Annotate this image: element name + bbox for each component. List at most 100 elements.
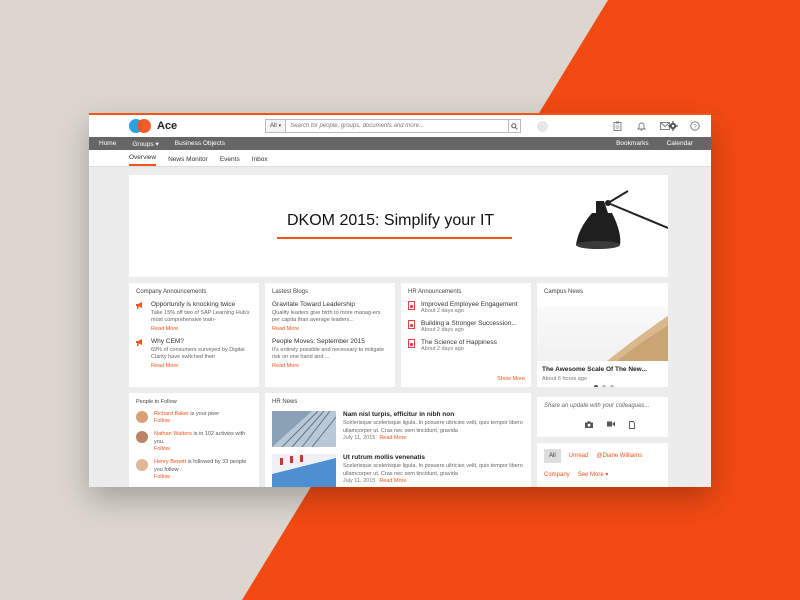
read-more-link[interactable]: Read More xyxy=(379,435,406,441)
filter-unread[interactable]: Unread xyxy=(569,453,589,459)
person-name[interactable]: Richard Baker xyxy=(154,411,189,417)
news-title: Ut rutrum mollis venenatis xyxy=(343,454,425,461)
nav-calendar[interactable]: Calendar xyxy=(667,140,693,147)
read-more-link[interactable]: Read More xyxy=(151,363,252,369)
avatar[interactable] xyxy=(136,459,148,472)
search-scope-select[interactable]: All ▾ xyxy=(266,120,287,132)
person-name[interactable]: Nathan Watters xyxy=(154,431,192,437)
read-more-link[interactable]: Read More xyxy=(151,326,252,332)
card-title: Company Announcements xyxy=(136,289,207,295)
hr-item-date: About 2 days ago xyxy=(421,327,464,333)
campus-news-caption[interactable]: The Awesome Scale Of The New... xyxy=(542,366,647,373)
announcement-item[interactable]: Why CEM? 69% of consumers surveyed by Di… xyxy=(136,338,252,369)
campus-news-image[interactable] xyxy=(537,307,668,361)
tab-overview[interactable]: Overview xyxy=(129,154,157,166)
gear-icon[interactable] xyxy=(667,120,679,132)
avatar[interactable] xyxy=(136,411,148,423)
lamp-illustration xyxy=(576,190,668,249)
megaphone-icon xyxy=(136,338,145,369)
carousel-dot[interactable] xyxy=(602,385,606,387)
search-button[interactable] xyxy=(508,120,520,132)
tab-news-monitor[interactable]: News Monitor xyxy=(168,156,208,166)
read-more-link[interactable]: Read More xyxy=(272,326,388,332)
megaphone-icon xyxy=(136,301,145,332)
hr-item-date: About 2 days ago xyxy=(421,308,464,314)
news-thumbnail[interactable] xyxy=(272,411,336,447)
chevron-down-icon: ▾ xyxy=(155,140,159,148)
search-scope-label: All xyxy=(270,123,277,129)
search-icon xyxy=(511,122,518,130)
filter-see-more[interactable]: See More ▾ xyxy=(578,471,609,478)
filter-all[interactable]: All xyxy=(544,449,561,463)
follow-button[interactable]: Follow xyxy=(154,446,252,452)
card-title: HR News xyxy=(272,399,298,405)
nav-groups[interactable]: Groups ▾ xyxy=(132,140,158,148)
nav-bookmarks[interactable]: Bookmarks xyxy=(616,140,649,147)
read-more-link[interactable]: Read More xyxy=(272,363,388,369)
avatar[interactable] xyxy=(136,431,148,444)
carousel-dot[interactable] xyxy=(594,385,598,387)
follow-button[interactable]: Follow xyxy=(154,474,252,480)
blog-title: People Moves: September 2015 xyxy=(272,337,365,345)
banner-title: DKOM 2015: Simplify your IT xyxy=(287,212,495,229)
announcement-item[interactable]: Opportunity is knocking twice Take 15% o… xyxy=(136,301,252,332)
blog-item[interactable]: Gravitate Toward Leadership Quality lead… xyxy=(272,301,388,332)
nav-business-objects[interactable]: Business Objects xyxy=(175,140,225,147)
app-window: Ace All ▾ Search for people, groups, doc… xyxy=(89,113,711,487)
blog-item[interactable]: People Moves: September 2015 It's entire… xyxy=(272,338,388,369)
latest-blogs-card: Lastest Blogs Gravitate Toward Leadershi… xyxy=(265,283,395,387)
clipboard-icon[interactable] xyxy=(611,120,623,132)
search-bar: All ▾ xyxy=(265,119,521,133)
blog-body: It's entirely possible and necessary to … xyxy=(272,346,385,361)
announcement-title: Opportunity is knocking twice xyxy=(151,301,236,308)
bell-icon[interactable] xyxy=(635,120,647,132)
main-nav: Home Groups ▾ Business Objects Bookmarks… xyxy=(89,137,711,150)
camera-icon[interactable] xyxy=(585,421,593,428)
person-name[interactable]: Henry Benett xyxy=(154,459,186,465)
announcement-title: Why CEM? xyxy=(151,337,184,345)
read-more-link[interactable]: Read More xyxy=(379,478,406,484)
news-thumbnail[interactable] xyxy=(272,454,336,487)
banner-underline xyxy=(277,237,512,239)
news-item[interactable]: Ut rutrum mollis venenatis Scelerisque s… xyxy=(272,454,524,487)
announcement-body: Take 15% off two of SAP Learning Hub's m… xyxy=(151,310,250,324)
hr-item-title: The Science of Happiness xyxy=(421,339,497,346)
nav-home[interactable]: Home xyxy=(99,140,116,147)
hr-item[interactable]: Building a Stronger Succession... About … xyxy=(408,320,524,333)
hr-item-date: About 2 days ago xyxy=(421,346,464,352)
document-icon[interactable] xyxy=(629,421,635,429)
help-icon[interactable]: ? xyxy=(689,120,701,132)
person-relation: is your peer xyxy=(188,411,220,417)
news-body: Scelerisque scelerisque ligula. In posue… xyxy=(343,420,523,434)
search-input[interactable] xyxy=(286,123,508,129)
hr-item[interactable]: The Science of Happiness About 2 days ag… xyxy=(408,339,524,352)
share-icon-group xyxy=(585,421,635,429)
news-title: Nam nisl turpis, efficitur in nibh non xyxy=(343,411,455,418)
tab-inbox[interactable]: Inbox xyxy=(252,156,268,166)
carousel-dot[interactable] xyxy=(610,385,614,387)
follow-button[interactable]: Follow xyxy=(154,418,219,424)
hr-item-title: Building a Stronger Succession... xyxy=(421,320,517,327)
user-avatar[interactable] xyxy=(537,121,548,132)
feed-filter-card: All Unread @Diane Williams Company See M… xyxy=(537,443,668,487)
filter-company[interactable]: Company xyxy=(544,472,570,478)
filter-mentions[interactable]: @Diane Williams xyxy=(596,453,642,459)
pdf-icon xyxy=(408,339,415,348)
hr-announcements-card: HR Announcements Improved Employee Engag… xyxy=(401,283,531,387)
app-logo[interactable]: Ace xyxy=(129,119,177,133)
campus-news-card: Campus News The Awesome Scale Of The New… xyxy=(537,283,668,387)
people-to-follow-card: People to Follow Richard Baker is your p… xyxy=(129,393,259,487)
pdf-icon xyxy=(408,301,415,310)
person-item: Richard Baker is your peer Follow xyxy=(136,411,252,424)
blog-body: Quality leaders give birth to more manag… xyxy=(272,310,381,324)
share-update-input[interactable]: Share an update with your colleagues... xyxy=(544,403,661,409)
video-icon[interactable] xyxy=(607,421,615,427)
top-icon-group-right: ? xyxy=(667,120,701,132)
filter-row-2: Company See More ▾ xyxy=(544,471,661,479)
person-item: Henry Benett is followed by 33 people yo… xyxy=(136,459,252,480)
hr-item[interactable]: Improved Employee Engagement About 2 day… xyxy=(408,301,524,314)
show-more-link[interactable]: Show More xyxy=(497,376,525,382)
news-item[interactable]: Nam nisl turpis, efficitur in nibh non S… xyxy=(272,411,524,447)
hero-banner[interactable]: DKOM 2015: Simplify your IT xyxy=(129,175,668,277)
tab-events[interactable]: Events xyxy=(220,156,240,166)
